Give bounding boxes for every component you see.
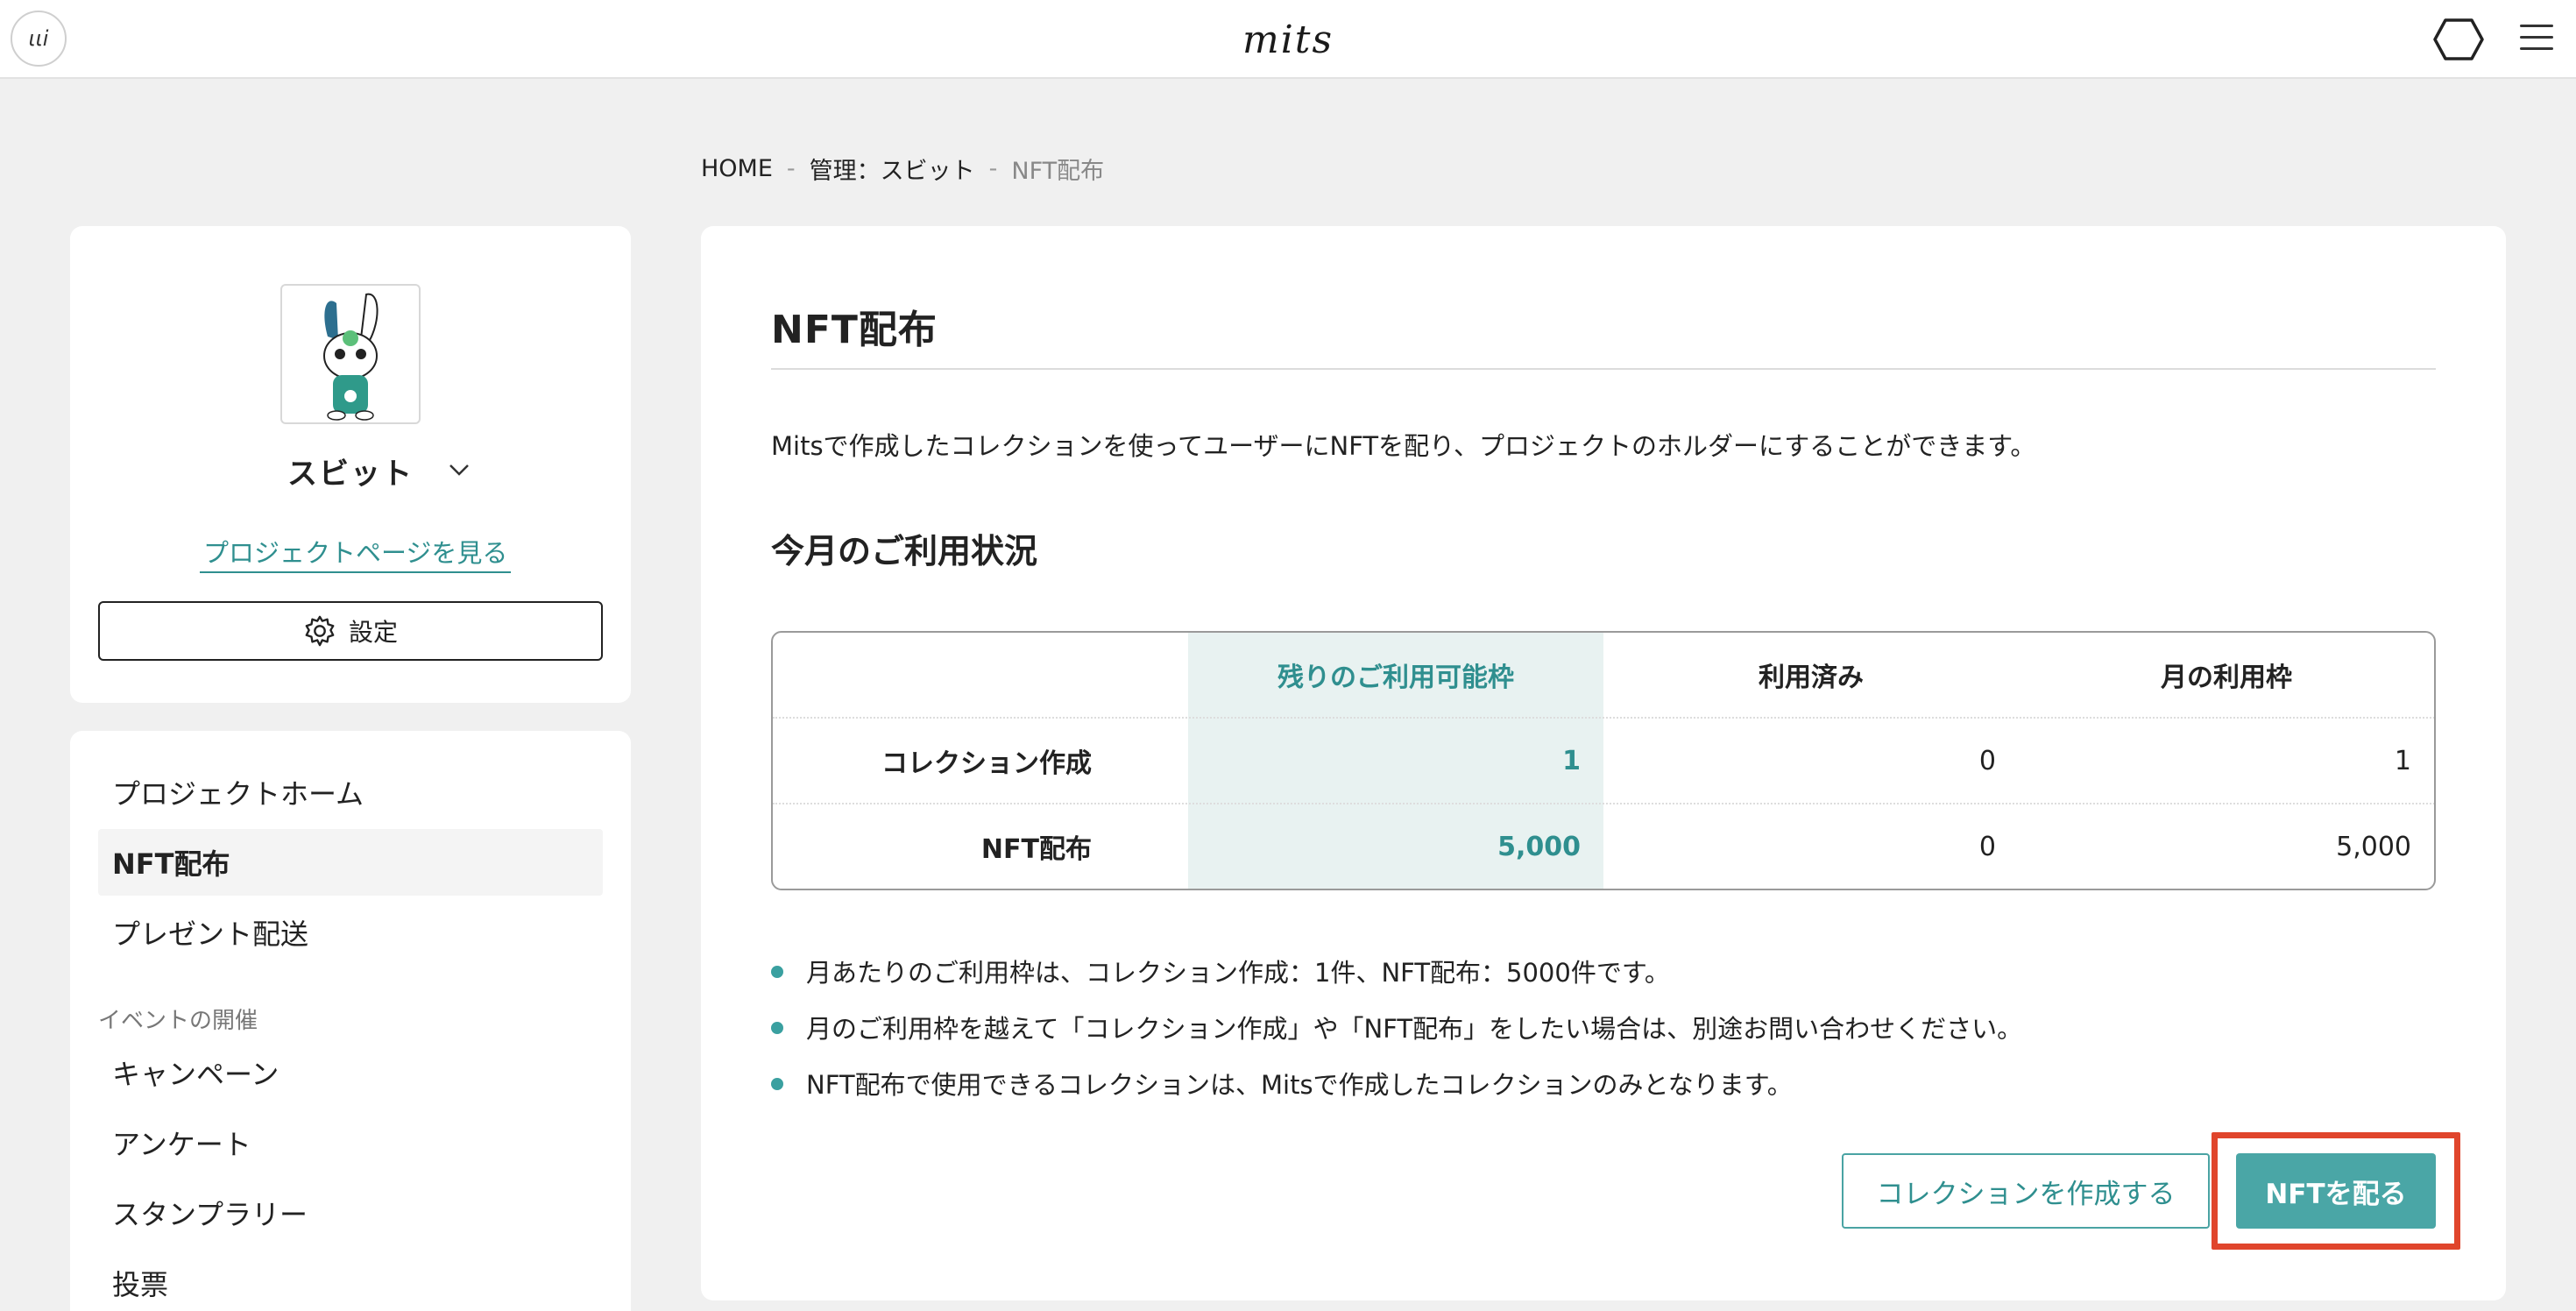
page-description: Mitsで作成したコレクションを使ってユーザーにNFTを配り、プロジェクトのホル… [771, 431, 2036, 461]
sidebar-nav: プロジェクトホーム NFT配布 プレゼント配送 イベントの開催 キャンペーン ア… [70, 731, 631, 1311]
bullet-dot-icon [771, 966, 783, 978]
gear-icon [305, 615, 335, 647]
project-avatar [280, 284, 421, 424]
usage-section-title: 今月のご利用状況 [771, 532, 1038, 570]
table-row-label: NFT配布 [980, 834, 1092, 865]
sidebar-item-survey[interactable]: アンケート [98, 1109, 603, 1176]
sidebar-item-campaign[interactable]: キャンペーン [98, 1039, 603, 1106]
sidebar-item-nft-distribution[interactable]: NFT配布 [98, 829, 603, 896]
table-header-used: 利用済み [1759, 663, 1864, 693]
sidebar-item-project-home[interactable]: プロジェクトホーム [98, 759, 603, 826]
sidebar-item-vote[interactable]: 投票 [98, 1250, 603, 1311]
list-item: 月あたりのご利用枠は、コレクション作成：1件、NFT配布：5000件です。 [771, 943, 2436, 999]
user-logo-icon[interactable]: ιιi [11, 11, 67, 67]
page-title: NFT配布 [771, 308, 938, 352]
bullet-dot-icon [771, 1022, 783, 1034]
sidebar-item-present-delivery[interactable]: プレゼント配送 [98, 899, 603, 966]
title-divider [771, 368, 2436, 370]
project-switcher[interactable]: スビット [70, 449, 631, 493]
main-content-card: NFT配布 Mitsで作成したコレクションを使ってユーザーにNFTを配り、プロジ… [701, 226, 2506, 1300]
user-logo-text: ιιi [28, 26, 49, 51]
sidebar-section-events: イベントの開催 [98, 1007, 258, 1034]
sidebar-item-stamp-rally[interactable]: スタンプラリー [98, 1180, 603, 1246]
brand-logo[interactable]: mits [1227, 16, 1349, 63]
note-text: 月あたりのご利用枠は、コレクション作成：1件、NFT配布：5000件です。 [806, 958, 1670, 988]
breadcrumb-separator: - [786, 154, 796, 182]
project-name: スビット [287, 456, 414, 492]
settings-label: 設定 [348, 618, 398, 647]
table-cell-remaining: 5,000 [1497, 831, 1581, 862]
breadcrumb-separator: - [988, 154, 998, 182]
settings-button[interactable]: 設定 [98, 601, 603, 661]
breadcrumb: HOME - 管理：スビット - NFT配布 [701, 151, 1104, 186]
view-project-page-link[interactable]: プロジェクトページを見る [200, 533, 512, 573]
table-cell-used: 0 [1978, 831, 1996, 862]
top-header: ιιi mits [0, 0, 2576, 79]
table-header-limit: 月の利用枠 [2161, 663, 2292, 693]
hamburger-menu-icon[interactable] [2520, 25, 2553, 54]
rabbit-mascot-icon [323, 293, 379, 421]
note-text: NFT配布で使用できるコレクションは、Mitsで作成したコレクションのみとなりま… [806, 1070, 1793, 1100]
table-cell-limit: 1 [2394, 745, 2411, 776]
list-item: NFT配布で使用できるコレクションは、Mitsで作成したコレクションのみとなりま… [771, 1055, 2436, 1111]
breadcrumb-home[interactable]: HOME [701, 155, 773, 182]
brand-logo-text: mits [1242, 17, 1334, 62]
note-text: 月のご利用枠を越えて「コレクション作成」や「NFT配布」をしたい場合は、別途お問… [806, 1014, 2023, 1044]
table-cell-used: 0 [1978, 745, 1996, 776]
table-header-remaining: 残りのご利用可能枠 [1277, 663, 1514, 693]
project-profile-card: スビット プロジェクトページを見る 設定 [70, 226, 631, 703]
breadcrumb-current: NFT配布 [1011, 157, 1105, 185]
breadcrumb-manage[interactable]: 管理：スビット [810, 152, 975, 186]
bullet-dot-icon [771, 1078, 783, 1090]
distribute-nft-button[interactable]: NFTを配る [2236, 1153, 2436, 1229]
table-cell-remaining: 1 [1562, 745, 1581, 776]
table-cell-limit: 5,000 [2336, 831, 2411, 862]
list-item: 月のご利用枠を越えて「コレクション作成」や「NFT配布」をしたい場合は、別途お問… [771, 999, 2436, 1055]
chevron-down-icon[interactable] [447, 461, 471, 478]
create-collection-button[interactable]: コレクションを作成する [1842, 1153, 2210, 1229]
usage-notes-list: 月あたりのご利用枠は、コレクション作成：1件、NFT配布：5000件です。 月の… [771, 943, 2436, 1111]
usage-table: 残りのご利用可能枠 利用済み 月の利用枠 コレクション作成 1 0 1 NFT配… [771, 631, 2436, 890]
hexagon-wallet-icon[interactable] [2432, 18, 2485, 61]
table-row-label: コレクション作成 [881, 748, 1092, 779]
